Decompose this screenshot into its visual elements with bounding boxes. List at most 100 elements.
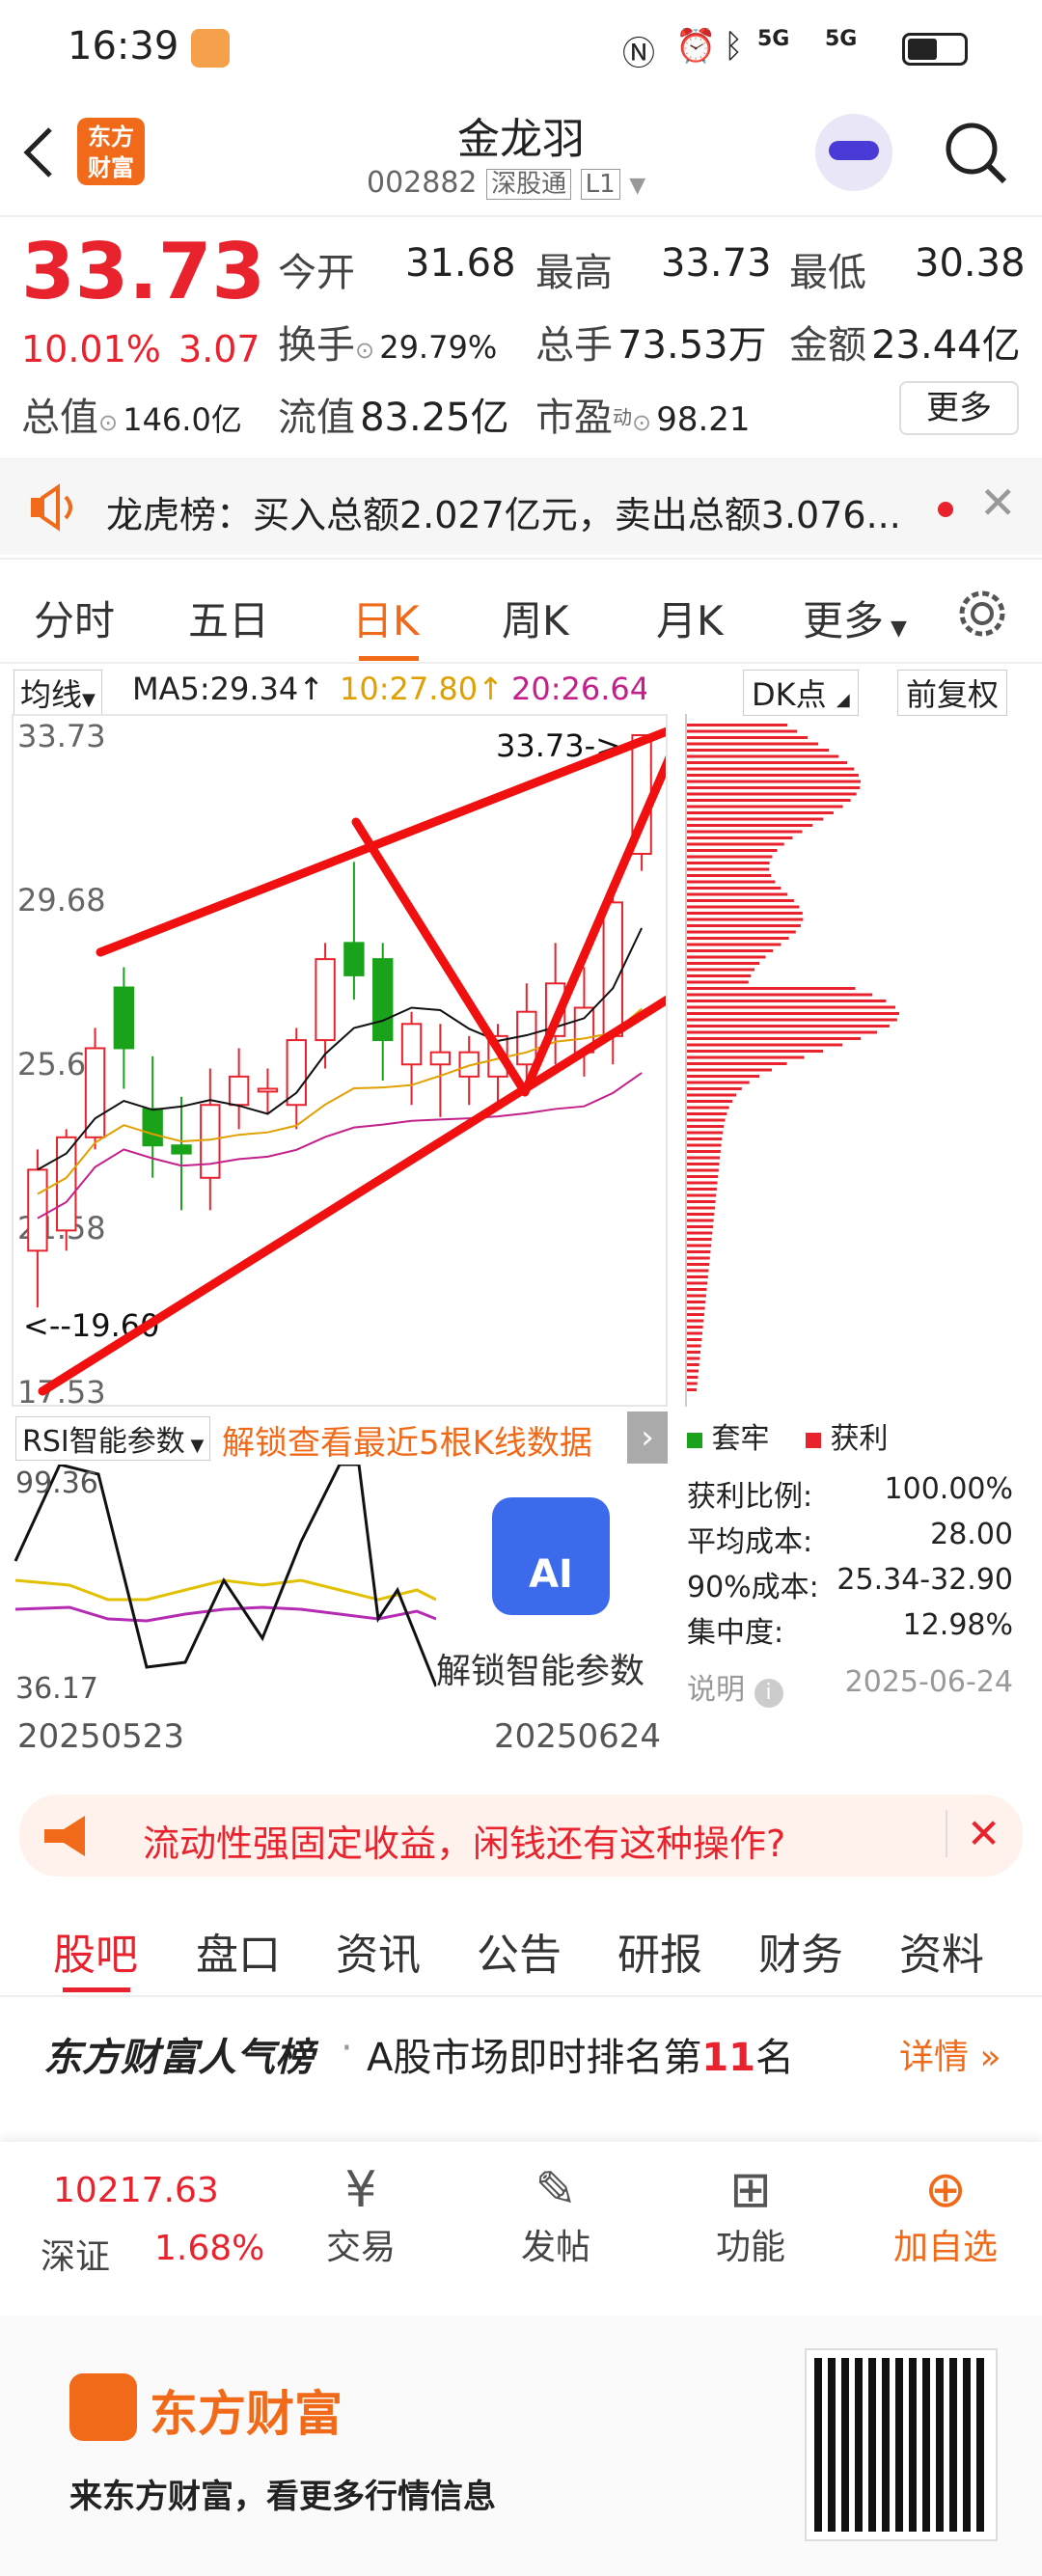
chip-bar	[687, 1050, 824, 1053]
longhu-notice[interactable]: 龙虎榜：买入总额2.027亿元，卖出总额3.076... ✕	[0, 458, 1042, 555]
settings-gear-icon[interactable]	[955, 587, 1009, 641]
robot-assistant-icon[interactable]	[815, 114, 892, 191]
chip-distribution	[685, 714, 1013, 1407]
chip-bar	[687, 1376, 699, 1379]
chip-bar	[687, 930, 796, 934]
chip-bar	[687, 1030, 877, 1034]
float-cap: 流值 83.25亿	[278, 396, 509, 440]
more-button[interactable]: 更多	[899, 381, 1019, 435]
tab-pankou[interactable]: 盘口	[196, 1920, 281, 1982]
rsi-selector[interactable]: RSI智能参数 ▼	[15, 1416, 211, 1461]
chip-bar	[687, 1093, 737, 1097]
tab-weekly-k[interactable]: 周K	[502, 589, 569, 647]
tab-finance[interactable]: 财务	[758, 1920, 843, 1982]
tab-guba[interactable]: 股吧	[53, 1920, 138, 1982]
last-price: 33.73	[21, 227, 266, 316]
promo-close-icon[interactable]: ✕	[946, 1810, 1001, 1857]
app-notification-icon	[191, 29, 230, 68]
back-icon[interactable]	[19, 123, 58, 181]
candle-body	[516, 1010, 537, 1066]
quote-panel: 33.73 10.01% 3.07 总值⊙ 146.0亿 今开 31.68 最高…	[0, 217, 1042, 458]
nav-post[interactable]: ✎ 发帖	[479, 2161, 633, 2269]
brand-name: 东方财富	[150, 2386, 343, 2442]
chip-bar	[687, 949, 774, 952]
nav-trade[interactable]: ¥ 交易	[284, 2161, 438, 2269]
note-link[interactable]: 说明 i	[687, 1665, 783, 1708]
chevron-right-icon[interactable]: ›	[627, 1411, 668, 1464]
rank-detail-link[interactable]: 详情 »	[899, 2029, 1001, 2079]
ai-icon[interactable]: AI	[492, 1497, 610, 1615]
content-tabs: 股吧 盘口 资讯 公告 研报 财务 资料	[0, 1891, 1042, 1997]
chip-bar	[687, 1000, 887, 1002]
signal-1-icon: 5G	[757, 27, 790, 51]
tab-daily-k[interactable]: 日K	[352, 589, 420, 647]
stock-code-row[interactable]: 002882 深股通 L1 ▼	[367, 164, 645, 200]
tab-news[interactable]: 资讯	[336, 1920, 421, 1982]
chip-bar	[687, 1225, 713, 1228]
popularity-rank[interactable]: 东方财富人气榜 · A股市场即时排名第11名 详情 »	[0, 2002, 1042, 2098]
tab-more[interactable]: 更多 ▼	[803, 589, 907, 647]
stat-label-avg-cost: 平均成本:	[687, 1525, 813, 1559]
candle-body	[84, 1047, 106, 1138]
chip-bar	[687, 836, 793, 839]
chip-bar	[687, 1231, 713, 1235]
tab-monthly-k[interactable]: 月K	[656, 589, 724, 647]
chip-bar	[687, 1018, 897, 1022]
tab-profile[interactable]: 资料	[899, 1920, 984, 1982]
chip-bar	[687, 830, 803, 834]
notice-text: 龙虎榜：买入总额2.027亿元，卖出总额3.076...	[106, 494, 901, 536]
signal-2-icon: 5G	[825, 27, 858, 51]
y-tick-label: 29.68	[17, 882, 106, 918]
chip-bar	[687, 937, 789, 940]
chip-bar	[687, 792, 857, 796]
close-icon[interactable]: ✕	[979, 477, 1017, 529]
turnover: 换手⊙ 29.79%	[278, 323, 498, 368]
nav-functions[interactable]: ⊞ 功能	[673, 2161, 828, 2269]
tab-intraday[interactable]: 分时	[34, 589, 115, 647]
index-pct: 1.68%	[154, 2229, 265, 2268]
chip-bar	[687, 912, 803, 915]
kline-svg: 33.7329.6825.6321.5817.5333.73-><--19.60	[17, 718, 694, 1411]
ai-unlock-label[interactable]: 解锁智能参数	[436, 1643, 644, 1693]
chip-bar	[687, 1369, 699, 1373]
rsi-panel: 99.36 36.17 AI 解锁智能参数 20250523 20250624	[12, 1463, 668, 1756]
chip-bar	[687, 1075, 759, 1078]
chip-bar	[687, 1081, 750, 1084]
chip-bar	[687, 824, 813, 827]
chip-bar	[687, 1382, 698, 1385]
ma-selector[interactable]: 均线▼	[14, 670, 102, 716]
chip-stats: 套牢 获利 获利比例: 100.00% 平均成本: 28.00 90%成本: 2…	[675, 1407, 1023, 1715]
chip-bar	[687, 1156, 721, 1160]
open-label: 今开	[278, 251, 355, 295]
promo-banner[interactable]: 流动性强固定收益，闲钱还有这种操作? ✕	[19, 1795, 1023, 1877]
chip-bar	[687, 817, 824, 821]
chip-bar	[687, 1219, 714, 1222]
rsi-subbar: RSI智能参数 ▼ 解锁查看最近5根K线数据 ›	[12, 1407, 668, 1465]
index-name: 深证	[41, 2237, 111, 2277]
candle-body	[257, 1087, 279, 1093]
tab-research[interactable]: 研报	[617, 1920, 702, 1982]
nav-add-watchlist[interactable]: ⊕ 加自选	[868, 2161, 1023, 2269]
chip-bar	[687, 1043, 843, 1047]
bluetooth-icon: ᛒ	[724, 27, 744, 66]
unlock-kline-link[interactable]: 解锁查看最近5根K线数据	[222, 1416, 592, 1464]
chip-bar	[687, 842, 784, 846]
rank-dot: ·	[341, 2026, 353, 2070]
tab-announcements[interactable]: 公告	[477, 1920, 562, 1982]
tab-five-day[interactable]: 五日	[188, 589, 269, 647]
upper-trendline-arrow	[96, 726, 674, 957]
chip-bar	[687, 887, 782, 890]
search-icon[interactable]	[941, 118, 1010, 187]
chip-bar	[687, 892, 788, 896]
chip-bar	[687, 736, 808, 739]
high-label: 最高	[535, 251, 613, 295]
rank-title: 东方财富人气榜	[43, 2036, 314, 2080]
app-logo: 东方 财富	[77, 118, 145, 185]
adjust-selector[interactable]: 前复权	[897, 670, 1008, 716]
period-tabs: 分时 五日 日K 周K 月K 更多 ▼	[0, 558, 1042, 664]
speaker-icon	[31, 483, 72, 532]
candle-body	[343, 942, 365, 976]
chip-bar	[687, 1118, 726, 1122]
dk-point-selector[interactable]: DK点 ◢	[743, 670, 859, 716]
kline-chart[interactable]: 33.7329.6825.6321.5817.5333.73-><--19.60	[12, 714, 694, 1411]
